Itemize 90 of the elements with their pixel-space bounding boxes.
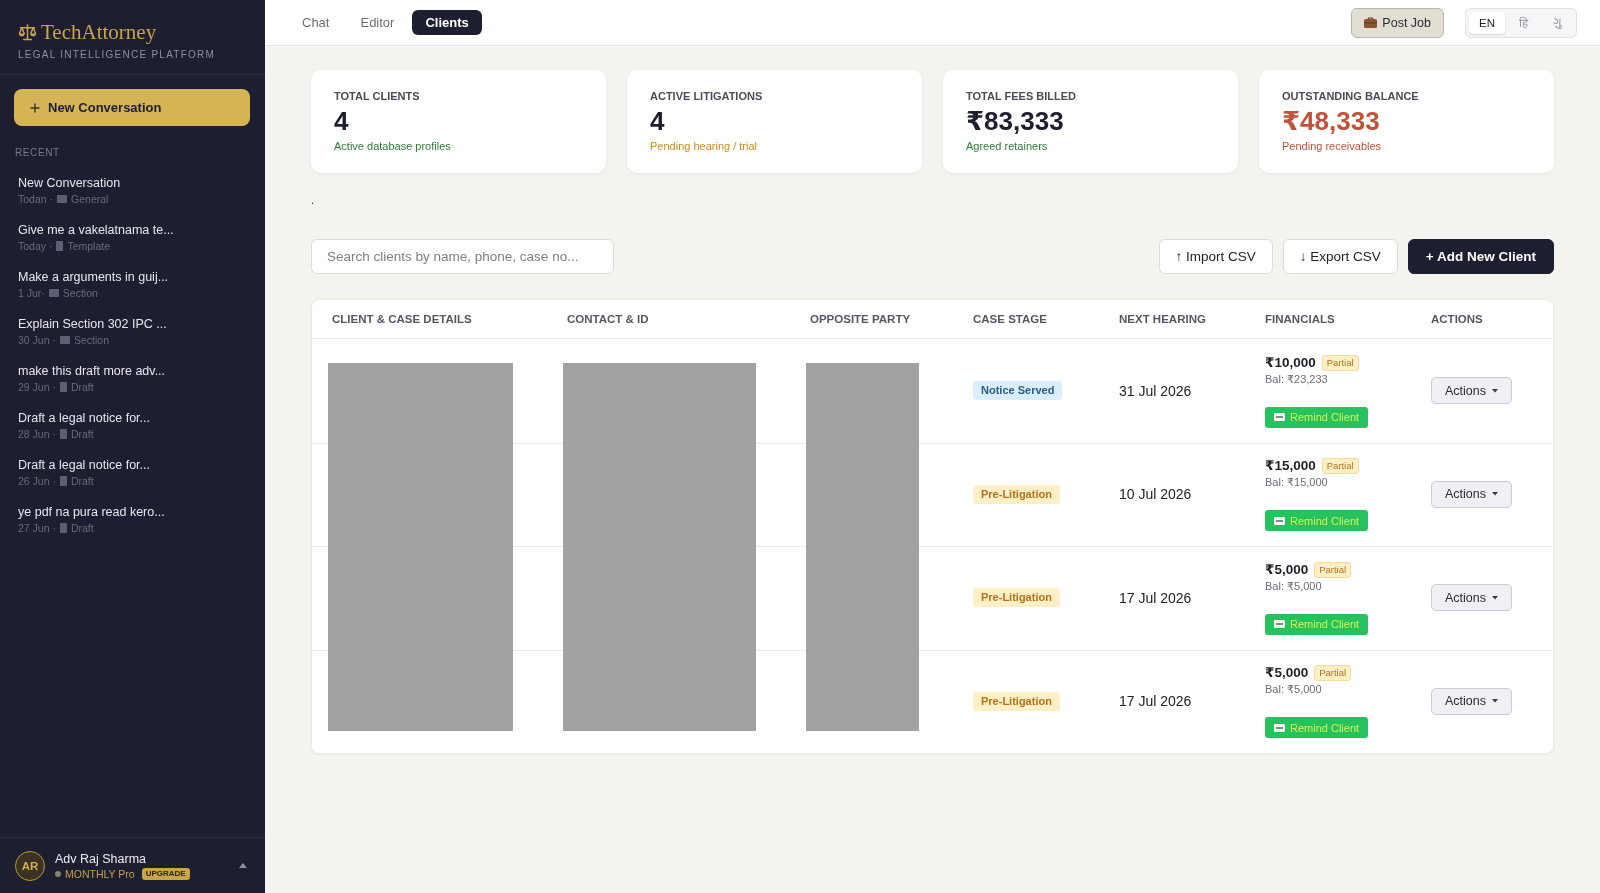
payment-status-badge: Partial xyxy=(1314,561,1352,578)
actions-button[interactable]: Actions xyxy=(1431,480,1512,508)
add-client-button[interactable]: + Add New Client xyxy=(1407,239,1554,274)
stat-caption: Pending receivables xyxy=(1282,139,1382,154)
export-csv-button[interactable]: ↓ Export CSV xyxy=(1282,239,1398,274)
conversation-item[interactable]: Explain Section 302 IPC ... 30 Jun · Section xyxy=(0,308,259,355)
stat-caption: Pending hearing / trial xyxy=(650,139,757,154)
fee-amount: ₹15,000 xyxy=(1265,457,1316,476)
stat-caption: Agreed retainers xyxy=(966,139,1048,154)
hearing-date: 31 Jul 2026 xyxy=(1119,382,1192,399)
brand-tagline: LEGAL INTELLIGENCE PLATFORM xyxy=(18,49,217,61)
fee-amount: ₹5,000 xyxy=(1265,560,1309,579)
balance-text: Bal: ₹5,000 xyxy=(1265,578,1322,594)
caret-icon xyxy=(1492,388,1498,393)
hearing-date: 17 Jul 2026 xyxy=(1119,589,1192,606)
page-icon xyxy=(59,382,67,392)
stat-label: ACTIVE LITIGATIONS xyxy=(650,89,763,103)
stray-dot: . xyxy=(311,193,315,207)
payment-status-badge: Partial xyxy=(1321,458,1359,475)
fee-amount: ₹10,000 xyxy=(1265,353,1316,372)
hearing-date: 17 Jul 2026 xyxy=(1119,693,1192,710)
square-icon xyxy=(57,195,68,203)
conversation-item[interactable]: Give me a vakelatnama te... Today · Template xyxy=(0,214,259,261)
caret-up-icon[interactable] xyxy=(239,863,247,868)
stat-value: ₹83,333 xyxy=(966,106,1064,136)
column-header: NEXT HEARING xyxy=(1119,313,1206,325)
actions-button[interactable]: Actions xyxy=(1431,687,1512,715)
tab[interactable]: Chat xyxy=(289,10,343,35)
plus-icon xyxy=(30,102,40,113)
import-csv-button[interactable]: ↑ Import CSV xyxy=(1158,239,1273,274)
page-icon xyxy=(56,241,64,251)
stage-badge: Pre-Litigation xyxy=(973,484,1060,504)
stat-label: TOTAL FEES BILLED xyxy=(966,89,1076,103)
dot-icon xyxy=(55,871,61,877)
hearing-date: 10 Jul 2026 xyxy=(1119,486,1192,503)
square-icon xyxy=(48,289,59,297)
stage-badge: Notice Served xyxy=(973,381,1063,401)
search-field[interactable]: Search clients by name, phone, case no... xyxy=(311,239,614,274)
card-icon xyxy=(1274,723,1285,732)
conversation-item[interactable]: Draft a legal notice for... 26 Jun · Draft xyxy=(0,449,259,496)
avatar: AR xyxy=(15,850,45,881)
stat-label: TOTAL CLIENTS xyxy=(334,89,420,103)
conversation-item[interactable]: ye pdf na pura read kero... 27 Jun · Draft xyxy=(0,496,259,543)
caret-icon xyxy=(1492,595,1498,600)
column-header: OPPOSITE PARTY xyxy=(810,313,911,325)
user-name: Adv Raj Sharma xyxy=(55,850,146,867)
column-header: FINANCIALS xyxy=(1265,313,1335,325)
stage-badge: Pre-Litigation xyxy=(973,691,1060,711)
caret-icon xyxy=(1492,699,1498,704)
card-icon xyxy=(1274,516,1285,525)
fee-amount: ₹5,000 xyxy=(1265,664,1309,683)
scales-icon xyxy=(18,23,37,41)
tab[interactable]: Editor xyxy=(347,10,408,35)
page-icon xyxy=(59,429,67,439)
balance-text: Bal: ₹15,000 xyxy=(1265,475,1328,491)
page-icon xyxy=(59,476,67,486)
brand-name: TechAttorney xyxy=(41,20,157,44)
language-option[interactable]: EN xyxy=(1469,11,1505,34)
conversation-item[interactable]: make this draft more adv... 29 Jun · Draft xyxy=(0,355,259,402)
stat-value: 4 xyxy=(650,106,665,136)
stage-badge: Pre-Litigation xyxy=(973,588,1060,608)
column-header: CLIENT & CASE DETAILS xyxy=(332,313,472,325)
plan-label: MONTHLY Pro xyxy=(65,867,135,881)
actions-button[interactable]: Actions xyxy=(1431,584,1512,612)
stat-value: ₹48,333 xyxy=(1282,106,1380,136)
upgrade-badge[interactable]: UPGRADE xyxy=(141,868,190,880)
conversation-item[interactable]: New Conversation Todan · General xyxy=(0,167,259,214)
caret-icon xyxy=(1492,492,1498,497)
new-conversation-button[interactable]: New Conversation xyxy=(14,89,250,126)
balance-text: Bal: ₹23,233 xyxy=(1265,371,1328,387)
card-icon xyxy=(1274,413,1285,422)
stat-caption: Active database profiles xyxy=(334,139,451,154)
post-job-button[interactable]: Post Job xyxy=(1351,7,1444,38)
square-icon xyxy=(59,336,70,344)
stat-label: OUTSTANDING BALANCE xyxy=(1282,89,1419,103)
payment-status-badge: Partial xyxy=(1321,354,1359,371)
conversation-item[interactable]: Draft a legal notice for... 28 Jun · Draft xyxy=(0,402,259,449)
actions-button[interactable]: Actions xyxy=(1431,377,1512,405)
column-header: CONTACT & ID xyxy=(567,313,649,325)
tab[interactable]: Clients xyxy=(412,10,482,35)
section-label: RECENT xyxy=(15,147,60,159)
balance-text: Bal: ₹5,000 xyxy=(1265,682,1322,698)
column-header: ACTIONS xyxy=(1431,313,1483,325)
card-icon xyxy=(1274,620,1285,629)
column-header: CASE STAGE xyxy=(973,313,1047,325)
briefcase-icon xyxy=(1364,17,1378,28)
conversation-item[interactable]: Make a arguments in guij... 1 Jur· Section xyxy=(0,261,259,308)
page-icon xyxy=(59,523,67,533)
payment-status-badge: Partial xyxy=(1314,665,1352,682)
stat-value: 4 xyxy=(334,106,349,136)
